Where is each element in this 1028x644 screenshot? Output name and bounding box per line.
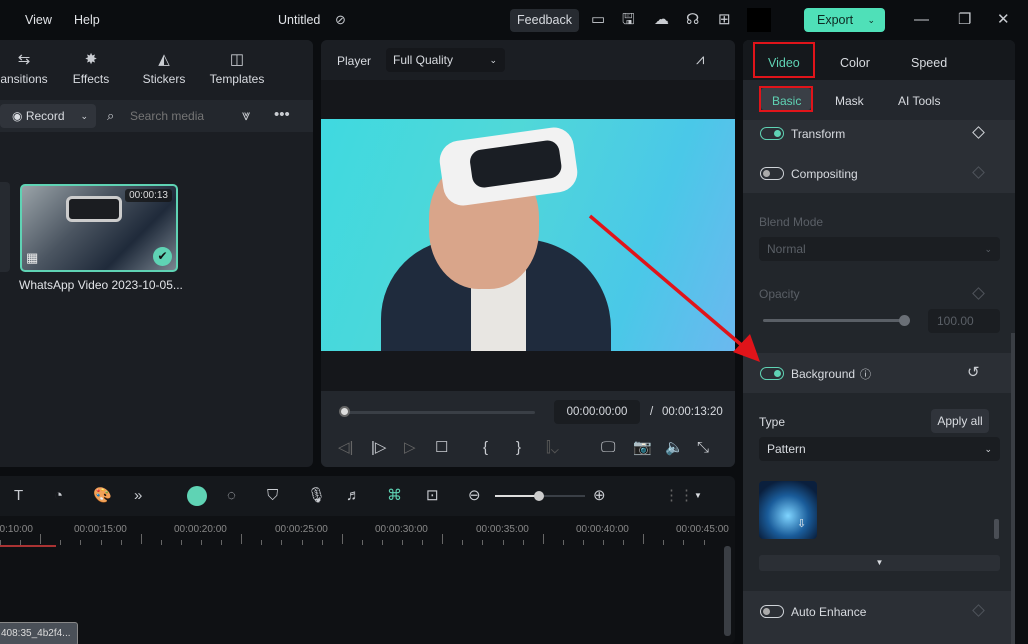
annotation-arrow <box>588 214 760 362</box>
